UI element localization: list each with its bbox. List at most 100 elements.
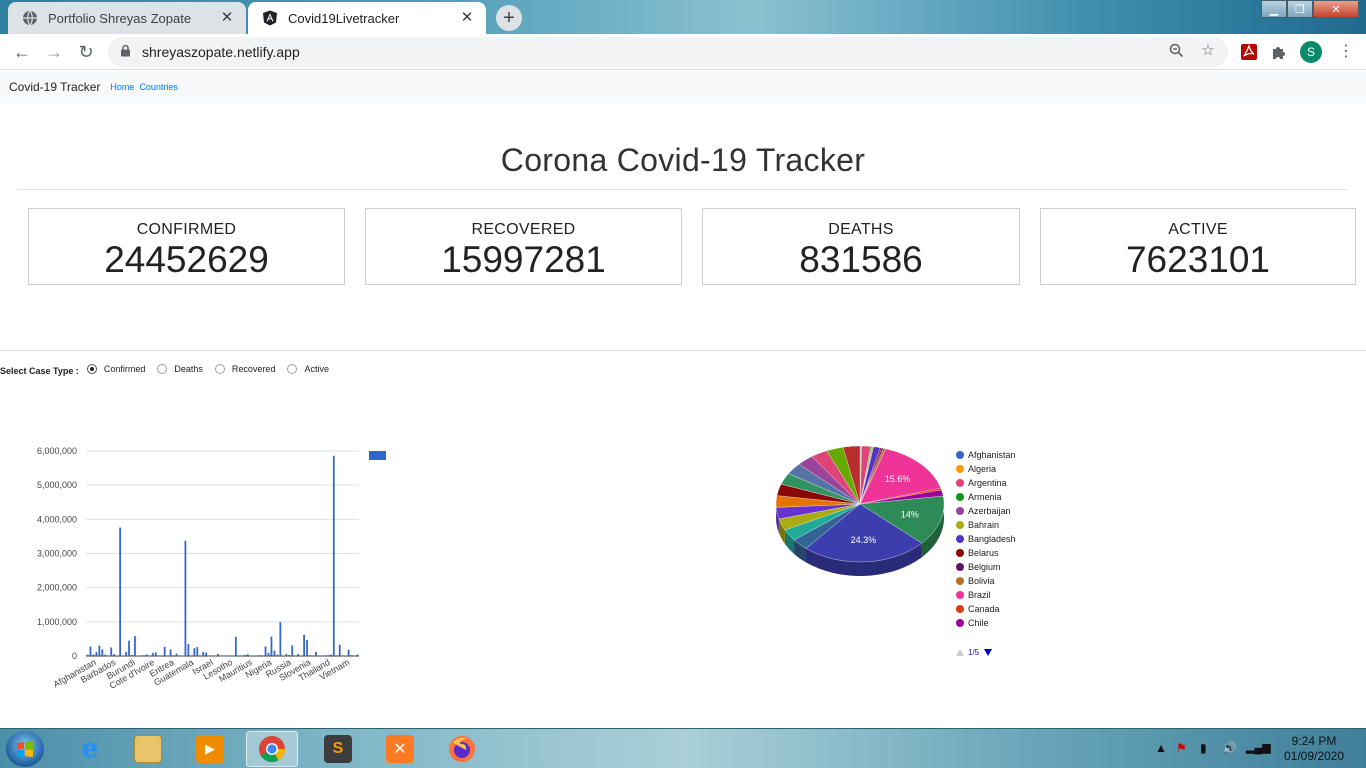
bar[interactable]: [169, 649, 172, 656]
bookmark-star-icon[interactable]: ☆: [1198, 40, 1218, 60]
bar[interactable]: [217, 653, 219, 656]
bar[interactable]: [291, 645, 294, 656]
bar[interactable]: [335, 655, 338, 656]
bar[interactable]: [214, 655, 216, 657]
bar[interactable]: [279, 622, 282, 656]
bar[interactable]: [116, 655, 119, 656]
chrome-taskbar-button[interactable]: [246, 731, 298, 767]
bar[interactable]: [178, 655, 181, 657]
legend-marker[interactable]: [956, 619, 964, 627]
bar[interactable]: [202, 651, 205, 656]
bar[interactable]: [309, 655, 311, 656]
bar[interactable]: [264, 646, 267, 656]
legend-label[interactable]: Belarus: [968, 548, 999, 558]
bar[interactable]: [229, 655, 231, 657]
radio-recovered[interactable]: Recovered: [214, 364, 275, 374]
legend-marker[interactable]: [956, 591, 964, 599]
bar[interactable]: [338, 644, 341, 656]
radio-deaths[interactable]: Deaths: [157, 364, 203, 374]
radio-active[interactable]: Active: [287, 364, 329, 374]
bar[interactable]: [190, 655, 193, 656]
network-icon[interactable]: ▂▄▆: [1246, 741, 1271, 754]
bar[interactable]: [157, 655, 160, 657]
legend-label[interactable]: Chile: [968, 618, 989, 628]
bar[interactable]: [267, 652, 270, 656]
pdf-extension-icon[interactable]: [1238, 41, 1260, 63]
forward-button[interactable]: →: [40, 38, 68, 66]
bar[interactable]: [95, 651, 98, 656]
bar[interactable]: [234, 636, 237, 656]
bar[interactable]: [332, 455, 335, 656]
bar[interactable]: [226, 655, 228, 657]
legend-label[interactable]: Canada: [968, 604, 1000, 614]
bar[interactable]: [315, 651, 317, 656]
bar[interactable]: [175, 653, 178, 656]
legend-label[interactable]: Bangladesh: [968, 534, 1016, 544]
bar[interactable]: [148, 655, 151, 657]
legend-label[interactable]: Brazil: [968, 590, 991, 600]
tab-portfolio[interactable]: Portfolio Shreyas Zopate ✕: [8, 2, 246, 34]
bar[interactable]: [131, 654, 133, 656]
back-button[interactable]: ←: [8, 38, 36, 66]
bar[interactable]: [140, 655, 142, 657]
bar[interactable]: [353, 655, 356, 657]
bar[interactable]: [344, 655, 347, 656]
bar[interactable]: [134, 636, 136, 656]
bar[interactable]: [329, 654, 332, 656]
volume-icon[interactable]: 🔊: [1222, 741, 1237, 755]
bar[interactable]: [237, 655, 240, 656]
radio-button[interactable]: [86, 364, 97, 374]
legend-label[interactable]: Bolivia: [968, 576, 995, 586]
radio-button[interactable]: [287, 364, 298, 374]
legend-marker[interactable]: [956, 521, 964, 529]
legend-label[interactable]: Argentina: [968, 478, 1007, 488]
bar[interactable]: [223, 655, 225, 657]
bar[interactable]: [119, 527, 122, 656]
tab-covid-tracker[interactable]: Covid19Livetracker ✕: [248, 2, 486, 34]
bar[interactable]: [243, 654, 246, 656]
reload-button[interactable]: ↻: [72, 38, 100, 66]
bar[interactable]: [347, 649, 350, 656]
explorer-taskbar-button[interactable]: [122, 731, 174, 767]
bar[interactable]: [312, 655, 314, 657]
bar[interactable]: [187, 644, 190, 656]
nav-link-countries[interactable]: Countries: [139, 82, 178, 92]
bar[interactable]: [273, 650, 276, 656]
bar[interactable]: [323, 655, 326, 657]
legend-marker[interactable]: [956, 465, 964, 473]
bar[interactable]: [89, 646, 92, 656]
firefox-taskbar-button[interactable]: [436, 731, 488, 767]
bar[interactable]: [199, 655, 202, 657]
bar[interactable]: [151, 652, 154, 656]
browser-menu-icon[interactable]: ⋮: [1336, 41, 1356, 63]
bar[interactable]: [303, 634, 305, 656]
legend-prev-icon[interactable]: [956, 649, 964, 656]
close-window-button[interactable]: ✕: [1313, 0, 1359, 18]
bar[interactable]: [113, 654, 116, 656]
close-tab-icon[interactable]: ✕: [458, 9, 476, 27]
legend-marker[interactable]: [956, 479, 964, 487]
bar[interactable]: [252, 655, 255, 657]
bar[interactable]: [294, 655, 297, 657]
legend-label[interactable]: Algeria: [968, 464, 996, 474]
bar[interactable]: [154, 652, 157, 656]
legend-marker[interactable]: [956, 493, 964, 501]
bar[interactable]: [306, 639, 308, 656]
maximize-button[interactable]: ❐: [1287, 0, 1313, 18]
power-icon[interactable]: ▮: [1200, 741, 1207, 755]
bar[interactable]: [249, 655, 252, 657]
legend-marker[interactable]: [956, 549, 964, 557]
bar[interactable]: [255, 655, 258, 657]
zoom-icon[interactable]: [1166, 40, 1186, 60]
bar[interactable]: [196, 647, 199, 656]
bar[interactable]: [145, 654, 148, 656]
bar[interactable]: [104, 654, 107, 656]
legend-marker[interactable]: [956, 535, 964, 543]
media-taskbar-button[interactable]: ▶: [184, 731, 236, 767]
bar[interactable]: [288, 654, 291, 656]
nav-link-home[interactable]: Home: [110, 82, 134, 92]
bar[interactable]: [261, 655, 264, 656]
bar[interactable]: [350, 655, 353, 656]
bar[interactable]: [110, 647, 113, 656]
bar[interactable]: [92, 654, 95, 656]
